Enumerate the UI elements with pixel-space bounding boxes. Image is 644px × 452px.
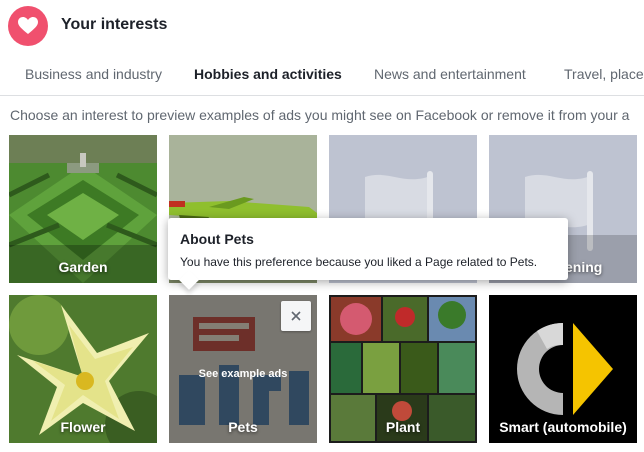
interest-category-tabs: Business and industry Hobbies and activi…	[0, 52, 644, 96]
interest-tile-pets[interactable]: See example ads Pets	[169, 295, 317, 443]
interest-tile-plant[interactable]: Plant	[329, 295, 477, 443]
tooltip-body: You have this preference because you lik…	[180, 255, 538, 269]
tab-business-and-industry[interactable]: Business and industry	[25, 66, 162, 82]
see-example-ads-link[interactable]: See example ads	[169, 368, 317, 380]
tile-label: ening	[565, 259, 603, 275]
tile-label: Plant	[385, 419, 421, 435]
tab-travel-places[interactable]: Travel, place	[564, 66, 644, 82]
tile-label: Garden	[58, 259, 108, 275]
tile-label: Pets	[228, 419, 258, 435]
tooltip-title: About Pets	[180, 231, 254, 247]
tab-hobbies-and-activities[interactable]: Hobbies and activities	[194, 66, 342, 82]
interest-tile-garden[interactable]: Garden	[9, 135, 157, 283]
tile-label: Smart (automobile)	[499, 419, 627, 435]
remove-interest-button[interactable]	[281, 301, 311, 331]
instruction-text: Choose an interest to preview examples o…	[10, 107, 630, 123]
about-pets-tooltip: About Pets You have this preference beca…	[168, 218, 568, 290]
tile-label: Flower	[60, 419, 106, 435]
page-title: Your interests	[61, 16, 168, 33]
tab-news-and-entertainment[interactable]: News and entertainment	[374, 66, 526, 82]
page-header: Your interests	[0, 0, 644, 52]
interest-tile-smart-automobile[interactable]: Smart (automobile)	[489, 295, 637, 443]
tooltip-arrow	[179, 270, 199, 290]
close-icon	[291, 311, 301, 321]
interest-tile-flower[interactable]: Flower	[9, 295, 157, 443]
heart-icon	[8, 6, 48, 46]
